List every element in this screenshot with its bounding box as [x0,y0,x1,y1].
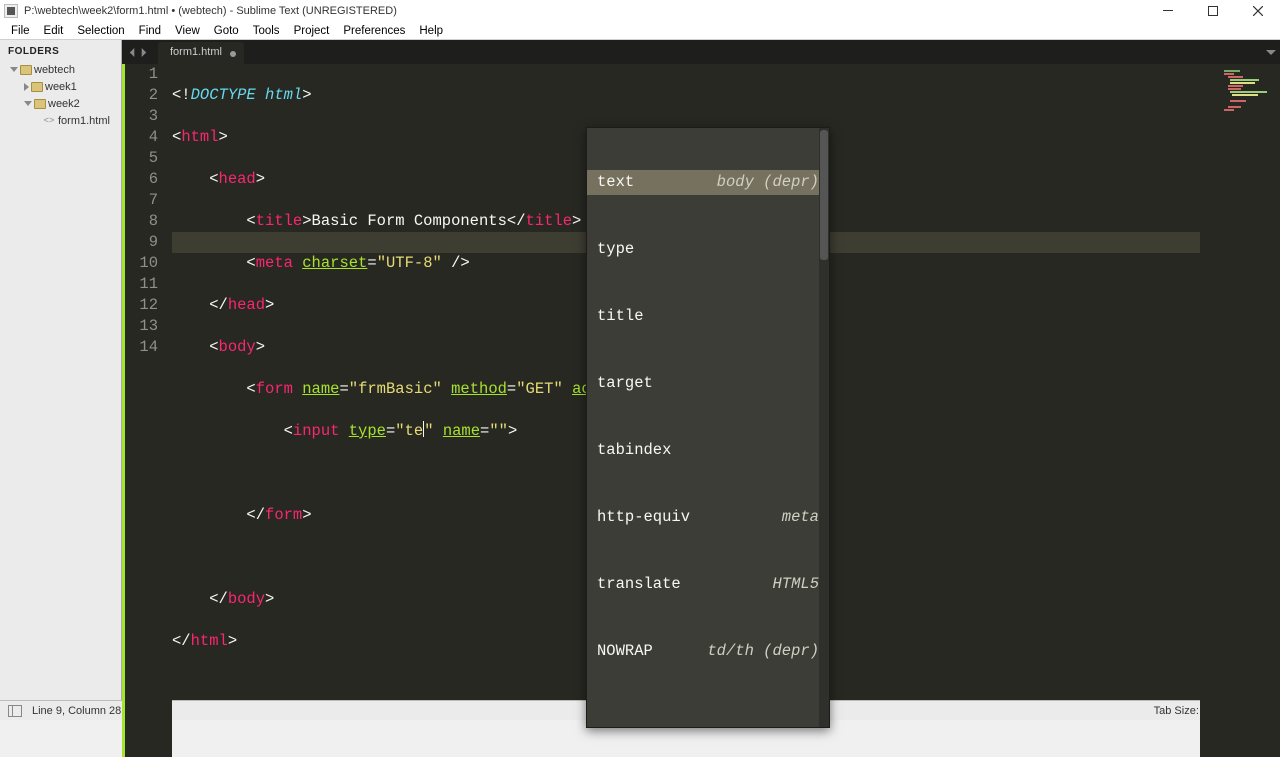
folder-week1[interactable]: week1 [6,78,121,95]
menu-find[interactable]: Find [132,23,168,39]
autocomplete-scrollbar[interactable] [819,128,829,727]
folder-icon [20,65,32,75]
autocomplete-item[interactable]: NOWRAP td/th (depr) [587,639,829,664]
disclosure-open-icon [10,67,18,72]
autocomplete-item[interactable]: http-equiv meta [587,505,829,530]
disclosure-open-icon [24,101,32,106]
disclosure-closed-icon [24,83,29,91]
file-label: form1.html [58,115,110,127]
menu-project[interactable]: Project [287,23,337,39]
file-icon: <> [42,116,56,126]
nav-forward-icon [139,48,148,57]
status-position[interactable]: Line 9, Column 28 [32,705,121,717]
code-panel[interactable]: 1 2 3 4 5 6 7 8 9 10 11 12 13 14 <!DOCTY… [122,64,1280,757]
tab-form1[interactable]: form1.html [158,42,244,64]
scrollbar-thumb[interactable] [820,130,828,260]
sidebar: FOLDERS webtech week1 week2 <> form1.htm… [0,40,122,700]
autocomplete-item[interactable]: title [587,304,829,329]
tab-dropdown[interactable] [1262,40,1280,64]
chevron-down-icon [1266,47,1276,57]
window-title: P:\webtech\week2\form1.html • (webtech) … [24,5,397,17]
autocomplete-popup: text body (depr) type title target [586,127,830,728]
minimap[interactable] [1200,64,1280,757]
file-form1[interactable]: <> form1.html [6,112,121,129]
folder-label: week1 [45,81,77,93]
folder-webtech[interactable]: webtech [6,61,121,78]
tab-label: form1.html [170,46,222,58]
gutter: 1 2 3 4 5 6 7 8 9 10 11 12 13 14 [122,64,172,757]
tab-row: form1.html [122,40,1280,64]
minimize-button[interactable] [1145,0,1190,22]
autocomplete-item[interactable]: type [587,237,829,262]
tab-nav[interactable] [122,40,158,64]
menu-bar: File Edit Selection Find View Goto Tools… [0,22,1280,40]
title-bar: P:\webtech\week2\form1.html • (webtech) … [0,0,1280,22]
folder-icon [31,82,43,92]
autocomplete-item[interactable]: target [587,371,829,396]
autocomplete-item[interactable]: tabindex [587,438,829,463]
menu-goto[interactable]: Goto [207,23,246,39]
sidebar-heading: FOLDERS [0,44,121,61]
folder-label: webtech [34,64,75,76]
menu-selection[interactable]: Selection [70,23,131,39]
folder-label: week2 [48,98,80,110]
nav-back-icon [128,48,137,57]
menu-edit[interactable]: Edit [37,23,71,39]
menu-view[interactable]: View [168,23,207,39]
panel-switcher-icon[interactable] [8,705,22,717]
maximize-button[interactable] [1190,0,1235,22]
menu-help[interactable]: Help [412,23,450,39]
autocomplete-item[interactable]: text body (depr) [587,170,829,195]
folder-week2[interactable]: week2 [6,95,121,112]
menu-tools[interactable]: Tools [246,23,287,39]
app-icon [4,4,18,18]
menu-preferences[interactable]: Preferences [336,23,412,39]
unsaved-indicator-icon [230,51,236,57]
folder-icon [34,99,46,109]
menu-file[interactable]: File [4,23,37,39]
autocomplete-item[interactable]: translate HTML5 [587,572,829,597]
close-button[interactable] [1235,0,1280,22]
editor-area: form1.html 1 2 3 4 5 6 7 8 9 10 11 12 [122,40,1280,700]
code-text[interactable]: <!DOCTYPE html> <html> <head> <title>Bas… [172,64,1200,757]
